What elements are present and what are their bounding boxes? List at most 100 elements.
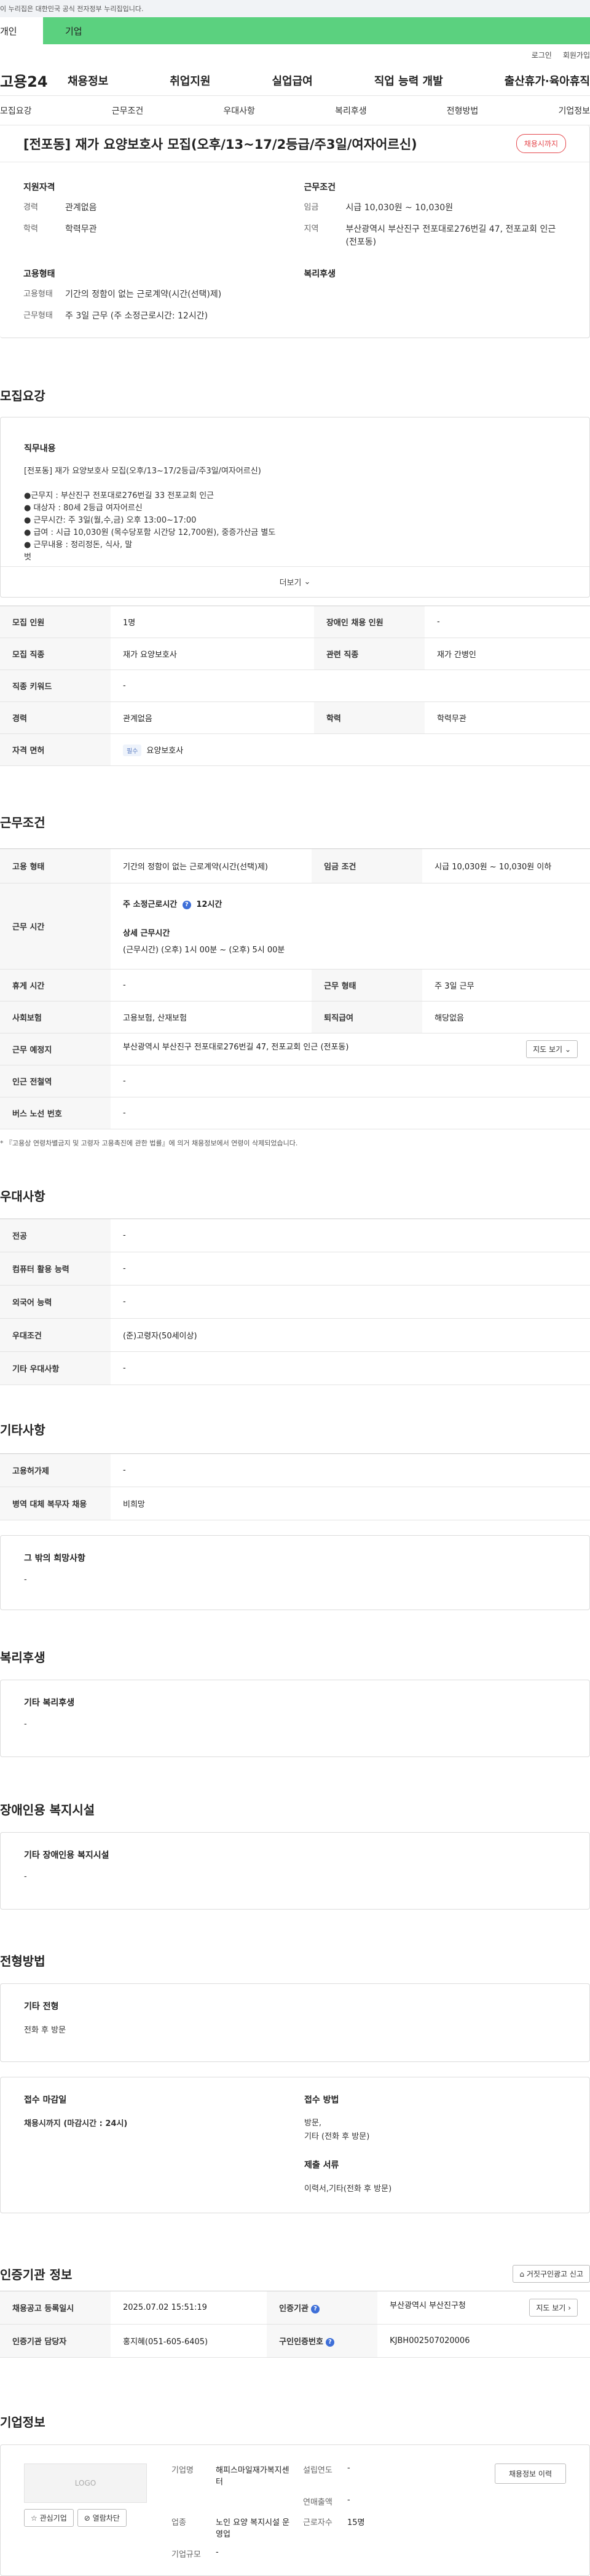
global-nav: 고용24 채용정보 취업지원 실업급여 직업 능력 개발 출산휴가·육아휴직	[0, 65, 590, 96]
tab-personal[interactable]: 개인	[0, 17, 43, 44]
reg-date-label: 채용공고 등록일시	[0, 2291, 111, 2325]
qualification-block: 지원자격 경력 관계없음 학력 학력무관	[23, 181, 286, 258]
employment-type-heading: 고용형태	[23, 269, 55, 279]
tab-company[interactable]: 기업	[43, 17, 590, 44]
cert-map-button[interactable]: 지도 보기 ›	[529, 2299, 578, 2317]
more-button[interactable]: 더보기 ⌄	[1, 566, 589, 597]
company-info-grid: 기업명 해피스마일재가복지센터 설립연도 - 연매출액 - 업종 노인 요양 복…	[171, 2463, 470, 2559]
work-form-value: 주 3일 근무 (주 소정근로시간: 12시간)	[65, 311, 208, 321]
cert-num-label: 구인인증번호	[279, 2337, 323, 2347]
recruit-info-table: 모집 인원 1명 장애인 채용 인원 - 모집 직종 재가 요양보호사 관련 직…	[0, 606, 590, 766]
headcount-value: 1명	[111, 606, 314, 638]
table-row: 전공 -	[0, 1219, 590, 1252]
work-table: 고용 형태 기간의 정함이 없는 근로계약(시간(선택)제) 임금 조건 시급 …	[0, 848, 590, 1129]
bus-label: 버스 노선 번호	[0, 1097, 111, 1129]
duty-heading: 직무내용	[24, 444, 56, 454]
anchor-company[interactable]: 기업정보	[558, 105, 590, 117]
site-logo[interactable]: 고용24	[0, 69, 68, 91]
table-row: 외국어 능력 -	[0, 1285, 590, 1319]
wage-cond-value: 시급 10,030원 ~ 10,030원 이하	[422, 848, 590, 883]
util-bar: 로그인 회원가입	[0, 44, 590, 65]
employment-type-value: 기간의 정함이 없는 근로계약(시간(선택)제)	[65, 290, 222, 299]
workplace-cell: 지도 보기 ⌄ 부산광역시 부산진구 전포대로276번길 47, 전포교회 인근…	[111, 1033, 590, 1065]
block-view-button[interactable]: ⊘ 열람차단	[77, 2509, 127, 2527]
computer-value: -	[111, 1252, 590, 1286]
hiring-history-button[interactable]: 채용정보 이력	[494, 2463, 566, 2484]
bell-icon: ⌂	[519, 2269, 525, 2278]
major-label: 전공	[0, 1219, 111, 1252]
method-heading: 접수 방법	[304, 2095, 339, 2105]
table-row: 근무 시간 주 소정근로시간 ? 12시간 상세 근무시간 (근무시간) (오후…	[0, 883, 590, 970]
work-form-table-value: 주 3일 근무	[422, 969, 590, 1002]
company-logo: LOGO	[24, 2463, 147, 2503]
cert-num-label-cell: 구인인증번호?	[267, 2324, 378, 2358]
career-value: 관계없음	[65, 203, 97, 213]
anchor-preferences[interactable]: 우대사항	[223, 105, 255, 117]
gov-notice-text: 이 누리집은 대한민국 공식 전자정부 누리집입니다.	[0, 5, 144, 13]
age-notice: * 『고용상 연령차별금지 및 고령자 고용촉진에 관한 법률』에 의거 채용정…	[0, 1139, 298, 1147]
gnb-item-employment-support[interactable]: 취업지원	[170, 73, 210, 89]
anchor-selection[interactable]: 전형방법	[447, 105, 479, 117]
gnb-item-parental-leave[interactable]: 출산휴가·육아휴직	[505, 73, 590, 89]
docs-heading: 제출 서류	[304, 2160, 339, 2170]
favorite-company-button[interactable]: ☆ 관심기업	[24, 2509, 74, 2527]
welfare-block: 복리후생	[304, 267, 567, 331]
info-icon[interactable]: ?	[311, 2304, 320, 2313]
scale-value: -	[216, 2548, 219, 2557]
anchor-recruit[interactable]: 모집요강	[0, 105, 32, 117]
anchor-work-conditions[interactable]: 근무조건	[112, 105, 144, 117]
license-value-cell: 필수 요양보호사	[111, 733, 590, 766]
other-selection-value: 전화 후 방문	[24, 2026, 66, 2035]
selection-other-card: 기타 전형 전화 후 방문	[0, 1983, 590, 2062]
founded-value: -	[347, 2463, 350, 2473]
language-label: 외국어 능력	[0, 1285, 111, 1319]
anchor-benefits[interactable]: 복리후생	[335, 105, 367, 117]
gnb-item-jobs[interactable]: 채용정보	[68, 73, 108, 89]
founded-label: 설립연도	[303, 2466, 332, 2475]
cert-org-label-cell: 인증기관?	[267, 2291, 378, 2325]
job-title-row: [전포동] 재가 요양보호사 모집(오후/13~17/2등급/주3일/여자어르신…	[0, 125, 589, 162]
company-actions: ☆ 관심기업 ⊘ 열람차단	[24, 2509, 147, 2527]
login-link[interactable]: 로그인	[532, 50, 552, 60]
disability-value: -	[24, 1872, 27, 1881]
user-type-tabs: 개인 기업	[0, 17, 590, 44]
welfare-heading: 복리후생	[304, 269, 336, 279]
hope-heading: 그 밖의 희망사항	[24, 1554, 85, 1563]
emp-type-label: 고용 형태	[0, 848, 111, 883]
qualification-heading: 지원자격	[23, 183, 55, 192]
info-icon[interactable]: ?	[325, 2337, 334, 2347]
related-category-label: 관련 직종	[313, 638, 425, 670]
selection-section: 전형방법 기타 전형 전화 후 방문 접수 마감일 채용시까지 (마감시간 : …	[0, 1951, 590, 2213]
report-fake-ad-button[interactable]: ⌂ 거짓구인광고 신고	[513, 2264, 590, 2283]
table-row: 인근 전철역 -	[0, 1065, 590, 1097]
company-section: 기업정보 LOGO ☆ 관심기업 ⊘ 열람차단 기업명 해피스마일재가복지센터 …	[0, 2412, 590, 2576]
table-row: 병역 대체 복무자 채용 비희망	[0, 1487, 590, 1520]
region-value: 부산광역시 부산진구 전포대로276번길 47, 전포교회 인근 (전포동)	[345, 224, 556, 247]
table-row: 직종 키워드 -	[0, 670, 590, 702]
gnb-item-vocational-training[interactable]: 직업 능력 개발	[374, 73, 443, 89]
method-block: 접수 방법 방문, 기타 (전화 후 방문) 제출 서류 이력서,기타(전화 후…	[304, 2093, 566, 2197]
join-link[interactable]: 회원가입	[563, 50, 590, 60]
duty-line: ●근무지 : 부산진구 전포대로276번길 33 전포교회 인근	[24, 491, 214, 500]
employees-value: 15명	[347, 2518, 365, 2527]
rest-value: -	[111, 969, 312, 1002]
gnb-item-unemployment-benefit[interactable]: 실업급여	[272, 73, 313, 89]
pref-cond-label: 우대조건	[0, 1318, 111, 1352]
bus-value: -	[111, 1097, 590, 1129]
disability-section-title: 장애인용 복지시설	[0, 1803, 95, 1817]
industry-label: 업종	[171, 2518, 186, 2527]
section-anchor-nav: 모집요강 근무조건 우대사항 복리후생 전형방법 기업정보	[0, 96, 590, 125]
wage-cond-label: 임금 조건	[312, 848, 423, 883]
work-section: 근무조건 고용 형태 기간의 정함이 없는 근로계약(시간(선택)제) 임금 조…	[0, 813, 590, 1148]
disabled-headcount-label: 장애인 채용 인원	[313, 606, 425, 638]
info-icon[interactable]: ?	[182, 900, 191, 909]
company-history-wrap: 채용정보 이력	[494, 2463, 566, 2557]
method-value-1: 방문,	[304, 2119, 322, 2128]
chevron-right-icon: ›	[568, 2304, 571, 2312]
gnb-menu: 채용정보 취업지원 실업급여 직업 능력 개발 출산휴가·육아휴직	[68, 73, 590, 89]
staff-label: 인증기관 담당자	[0, 2324, 111, 2358]
block-icon: ⊘	[84, 2514, 90, 2523]
map-button[interactable]: 지도 보기 ⌄	[526, 1040, 578, 1058]
recruit-section: 모집요강 직무내용 [전포동] 재가 요양보호사 모집(오후/13~17/2등급…	[0, 386, 590, 598]
chevron-down-icon: ⌄	[564, 1045, 571, 1054]
